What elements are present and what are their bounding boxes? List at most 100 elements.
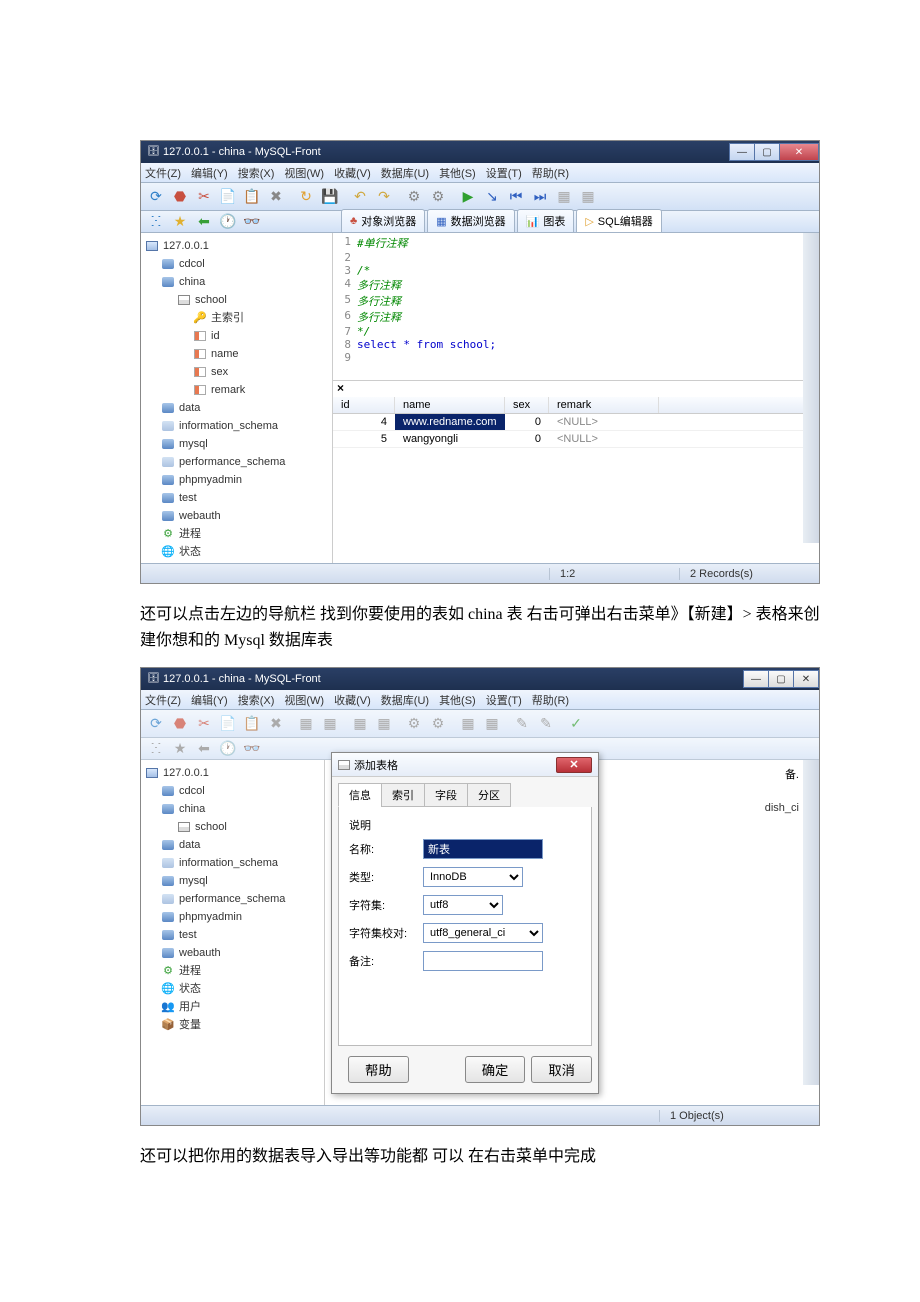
table-row[interactable]: 5 wangyongli 0 <NULL> xyxy=(333,431,819,448)
tree-col-name[interactable]: name xyxy=(141,345,332,363)
tree-db-china[interactable]: china xyxy=(141,273,332,291)
tool-icon[interactable]: ▦ xyxy=(295,713,317,735)
tree-vars[interactable]: 📦变量 xyxy=(141,1016,324,1034)
tool-icon[interactable]: ✎ xyxy=(511,713,533,735)
tab-sql-editor[interactable]: ▷SQL编辑器 xyxy=(576,209,661,232)
paste-icon[interactable]: 📋 xyxy=(241,186,263,208)
tree-db[interactable]: data xyxy=(141,399,332,417)
tool-icon[interactable]: ▦ xyxy=(373,713,395,735)
minimize-button[interactable]: — xyxy=(729,143,755,161)
step-icon[interactable]: ↘ xyxy=(481,186,503,208)
table-row[interactable]: 4 www.redname.com 0 <NULL> xyxy=(333,414,819,431)
col-id[interactable]: id xyxy=(333,397,395,413)
tool-icon[interactable]: ⚙ xyxy=(427,713,449,735)
back-icon[interactable]: ⬅ xyxy=(193,738,215,760)
menu-other[interactable]: 其他(S) xyxy=(439,165,476,181)
back-icon[interactable]: ⬅ xyxy=(193,211,215,233)
tool-icon[interactable]: ⚙ xyxy=(403,713,425,735)
tree-db[interactable]: webauth xyxy=(141,507,332,525)
tree-db[interactable]: webauth xyxy=(141,944,324,962)
tree-db[interactable]: mysql xyxy=(141,872,324,890)
tree-process[interactable]: ⚙进程 xyxy=(141,962,324,980)
tree-db[interactable]: mysql xyxy=(141,435,332,453)
tool2-icon[interactable]: ⚙ xyxy=(427,186,449,208)
tree-icon[interactable]: ⵘ xyxy=(145,211,167,233)
refresh-icon[interactable]: ⟳ xyxy=(145,713,167,735)
binoc-icon[interactable]: 👓 xyxy=(241,211,263,233)
menu-favorites[interactable]: 收藏(V) xyxy=(334,692,371,708)
tree-status[interactable]: 🌐状态 xyxy=(141,980,324,998)
tree-db[interactable]: test xyxy=(141,926,324,944)
reload-icon[interactable]: ↻ xyxy=(295,186,317,208)
menu-edit[interactable]: 编辑(Y) xyxy=(191,165,228,181)
save-icon[interactable]: 💾 xyxy=(319,186,341,208)
select-collation[interactable]: utf8_general_ci xyxy=(423,923,543,943)
tree-host[interactable]: 127.0.0.1 xyxy=(141,764,324,782)
close-button[interactable]: ✕ xyxy=(793,670,819,688)
tree-db[interactable]: phpmyadmin xyxy=(141,471,332,489)
check-icon[interactable]: ✓ xyxy=(565,713,587,735)
tree-users[interactable]: 👥用户 xyxy=(141,998,324,1016)
paste-icon[interactable]: 📋 xyxy=(241,713,263,735)
tree-process[interactable]: ⚙进程 xyxy=(141,525,332,543)
tool-icon[interactable]: ▦ xyxy=(481,713,503,735)
cut-icon[interactable]: ✂ xyxy=(193,186,215,208)
tree-db[interactable]: china xyxy=(141,800,324,818)
last-icon[interactable]: ⏭ xyxy=(529,186,551,208)
tool-icon[interactable]: ▦ xyxy=(319,713,341,735)
tool-icon[interactable]: ▦ xyxy=(457,713,479,735)
refresh-icon[interactable]: ⟳ xyxy=(145,186,167,208)
tree-db[interactable]: information_schema xyxy=(141,854,324,872)
menu-help[interactable]: 帮助(R) xyxy=(532,165,569,181)
binoc-icon[interactable]: 👓 xyxy=(241,738,263,760)
tree-table-school[interactable]: school xyxy=(141,291,332,309)
tree-users[interactable]: 👥用户 xyxy=(141,561,332,563)
tree-col-sex[interactable]: sex xyxy=(141,363,332,381)
tab-chart[interactable]: 📊图表 xyxy=(517,209,575,232)
menu-edit[interactable]: 编辑(Y) xyxy=(191,692,228,708)
cut-icon[interactable]: ✂ xyxy=(193,713,215,735)
clock-icon[interactable]: 🕐 xyxy=(217,738,239,760)
tree-col-id[interactable]: id xyxy=(141,327,332,345)
tree-status[interactable]: 🌐状态 xyxy=(141,543,332,561)
menu-search[interactable]: 搜索(X) xyxy=(238,692,275,708)
tree-host[interactable]: 127.0.0.1 xyxy=(141,237,332,255)
col-name[interactable]: name xyxy=(395,397,505,413)
tool-icon[interactable]: ⚙ xyxy=(403,186,425,208)
play-icon[interactable]: ▶ xyxy=(457,186,479,208)
tab-data-browser[interactable]: ▦数据浏览器 xyxy=(427,209,514,232)
dialog-close-button[interactable]: ✕ xyxy=(556,757,592,773)
undo-icon[interactable]: ↶ xyxy=(349,186,371,208)
col-remark[interactable]: remark xyxy=(549,397,659,413)
tree-db-cdcol[interactable]: cdcol xyxy=(141,255,332,273)
menu-other[interactable]: 其他(S) xyxy=(439,692,476,708)
menu-help[interactable]: 帮助(R) xyxy=(532,692,569,708)
dialog-tab-index[interactable]: 索引 xyxy=(381,783,425,807)
tree-db[interactable]: phpmyadmin xyxy=(141,908,324,926)
select-type[interactable]: InnoDB xyxy=(423,867,523,887)
new-icon[interactable]: 📄 xyxy=(217,186,239,208)
select-charset[interactable]: utf8 xyxy=(423,895,503,915)
grid2-icon[interactable]: ▦ xyxy=(577,186,599,208)
tree-db[interactable]: cdcol xyxy=(141,782,324,800)
close-button[interactable]: ✕ xyxy=(779,143,819,161)
menu-database[interactable]: 数据库(U) xyxy=(381,165,429,181)
grid-icon[interactable]: ▦ xyxy=(553,186,575,208)
tree-icon[interactable]: ⵘ xyxy=(145,738,167,760)
dialog-tab-field[interactable]: 字段 xyxy=(424,783,468,807)
input-name[interactable] xyxy=(423,839,543,859)
close-editor-icon[interactable]: × xyxy=(337,381,344,395)
menu-view[interactable]: 视图(W) xyxy=(284,692,324,708)
stop-icon[interactable]: ⬣ xyxy=(169,713,191,735)
menu-favorites[interactable]: 收藏(V) xyxy=(334,165,371,181)
tool-icon[interactable]: ✎ xyxy=(535,713,557,735)
input-remark[interactable] xyxy=(423,951,543,971)
tree-db[interactable]: data xyxy=(141,836,324,854)
delete-icon[interactable]: ✖ xyxy=(265,186,287,208)
menu-search[interactable]: 搜索(X) xyxy=(238,165,275,181)
tree-db[interactable]: information_schema xyxy=(141,417,332,435)
new-icon[interactable]: 📄 xyxy=(217,713,239,735)
minimize-button[interactable]: — xyxy=(743,670,769,688)
menu-settings[interactable]: 设置(T) xyxy=(486,165,522,181)
menu-file[interactable]: 文件(Z) xyxy=(145,692,181,708)
